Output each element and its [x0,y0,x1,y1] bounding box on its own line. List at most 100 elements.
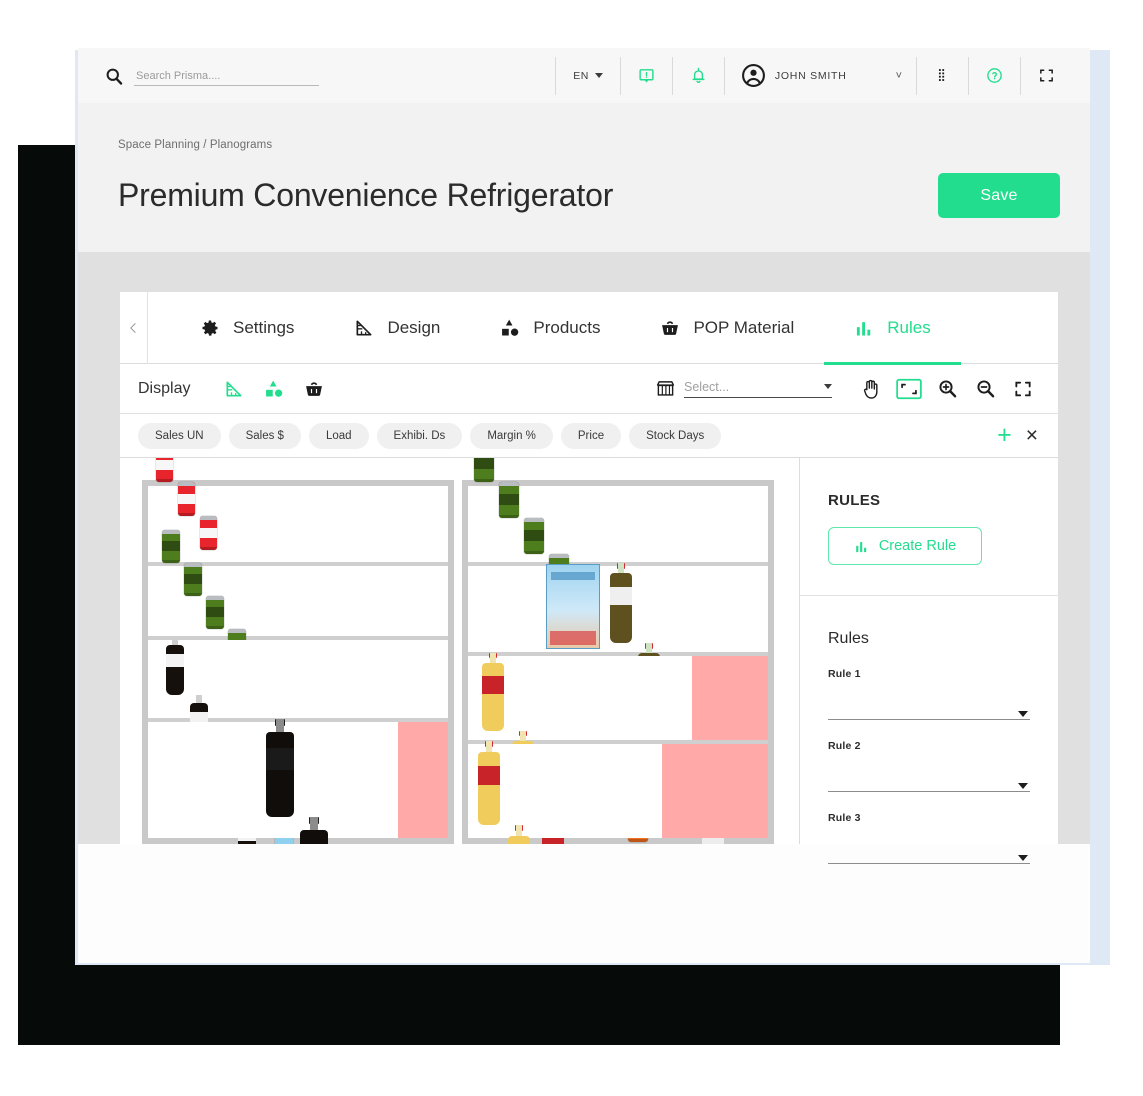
rules-list-heading: Rules [828,630,869,647]
product-facing-can[interactable] [524,518,544,554]
highlight-overlay [398,722,448,838]
rules-panel-header: RULES Create Rule [800,458,1058,596]
language-label: EN [573,69,589,82]
rule-field: Rule 2 [828,740,1030,792]
language-selector[interactable]: EN [556,57,620,95]
product-facing-can[interactable] [162,530,180,563]
fit-screen-button[interactable] [890,372,928,406]
shapes-icon[interactable] [264,379,284,399]
tab-pop-material[interactable]: POP Material [630,292,824,364]
page-header: Space Planning / Planograms Premium Conv… [78,103,1090,252]
store-select-field[interactable]: Select... [684,380,832,398]
filter-chip[interactable]: Stock Days [629,422,722,449]
rule-field: Rule 3 [828,812,1030,864]
zoom-in-icon [938,380,956,398]
user-menu[interactable]: JOHN SMITH ˅ [725,57,916,95]
tab-label: POP Material [693,317,795,337]
tab-label: Products [533,317,601,337]
product-facing-can[interactable] [200,516,217,550]
tab-design[interactable]: Design [324,292,470,364]
product-facing-can[interactable] [499,482,519,518]
fullscreen-button[interactable] [1021,57,1072,95]
product-facing-can[interactable] [184,563,202,596]
filter-chip[interactable]: Sales UN [138,422,221,449]
shelf-row[interactable] [468,653,768,844]
zoom-out-icon [976,380,994,398]
pop-material-poster[interactable] [546,564,600,649]
tab-label: Design [387,317,441,337]
planogram-canvas[interactable] [120,458,800,844]
shelf-row[interactable] [148,719,448,844]
editor-card: Settings Design Products POP Material Ru… [120,292,1058,864]
bar-chart-icon [856,541,866,552]
product-facing-bottle[interactable] [478,741,500,825]
rule-select[interactable] [828,776,1030,792]
rule-select[interactable] [828,704,1030,720]
shelf-row[interactable] [148,637,448,844]
breadcrumb[interactable]: Space Planning / Planograms [118,139,1060,151]
rule-select[interactable] [828,848,1030,864]
search-area[interactable] [104,66,319,86]
store-selector[interactable]: Select... [656,380,832,398]
ruler-icon[interactable] [224,379,244,399]
user-avatar-icon [741,64,765,87]
basket-icon[interactable] [304,379,324,399]
product-facing-bottle[interactable] [508,825,530,844]
notifications-button[interactable] [673,57,724,95]
chevron-down-icon [1018,783,1028,789]
shelf-row[interactable] [148,458,448,844]
shelf-row[interactable] [468,458,768,842]
product-facing-can[interactable] [474,458,494,482]
tab-rules[interactable]: Rules [824,292,962,365]
store-icon [656,380,675,396]
help-button[interactable] [969,57,1020,95]
product-facing-bottle[interactable] [610,563,632,643]
planogram-fixture-left[interactable] [142,458,454,844]
zoom-out-button[interactable] [966,372,1004,406]
messages-button[interactable] [621,57,672,95]
tab-products[interactable]: Products [470,292,630,364]
rule-label: Rule 2 [828,740,861,752]
filter-chip[interactable]: Price [560,422,622,449]
page-title: Premium Convenience Refrigerator [118,177,614,213]
save-button[interactable]: Save [938,173,1060,218]
product-facing-can[interactable] [178,482,195,516]
collapse-panel-button[interactable] [120,292,148,364]
product-facing-can[interactable] [206,596,224,629]
display-icon-group [224,379,324,399]
fixture-body [462,458,774,844]
tab-list: Settings Design Products POP Material Ru… [148,292,1058,365]
gear-icon [202,320,218,336]
filter-chip-bar: Sales UN Sales $ Load Exhibi. Ds Margin … [120,414,1058,458]
zoom-in-button[interactable] [928,372,966,406]
hand-tool-button[interactable] [852,372,890,406]
expand-button[interactable] [1004,372,1042,406]
user-name-label: JOHN SMITH [774,69,847,82]
app-window: EN [78,48,1090,963]
add-filter-button[interactable]: + [997,423,1012,448]
create-rule-label: Create Rule [878,538,957,554]
product-facing-bottle[interactable] [266,719,294,817]
expand-icon [1015,381,1031,396]
tab-label: Settings [233,317,295,337]
filter-chip[interactable]: Margin % [470,422,553,449]
apps-button[interactable] [917,57,968,95]
chevron-down-icon: ˅ [895,69,902,82]
planogram-fixture-right[interactable] [462,458,774,844]
product-facing-bottle[interactable] [300,817,328,844]
create-rule-button[interactable]: Create Rule [828,527,982,565]
shelf-row[interactable] [468,563,768,844]
product-facing-bottle[interactable] [166,637,184,695]
highlight-overlay [662,744,768,838]
hand-tool-icon [863,379,878,399]
filter-chip[interactable]: Load [308,422,369,449]
shelf-row[interactable] [148,530,448,844]
product-facing-can[interactable] [156,458,173,482]
shelf-row[interactable] [468,741,768,844]
product-facing-bottle[interactable] [482,653,504,731]
clear-filters-button[interactable]: × [1026,425,1038,446]
filter-chip[interactable]: Exhibi. Ds [376,422,463,449]
filter-chip[interactable]: Sales $ [228,422,301,449]
tab-settings[interactable]: Settings [170,292,324,364]
search-input[interactable] [134,69,319,86]
